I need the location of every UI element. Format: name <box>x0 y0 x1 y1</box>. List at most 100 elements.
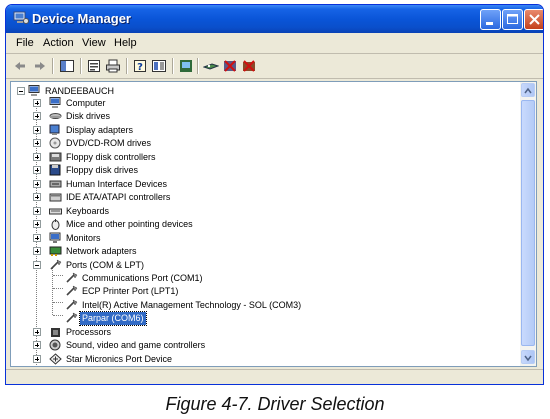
tree-category-item[interactable]: Mice and other pointing devices <box>11 218 516 231</box>
menu-view[interactable]: View <box>82 37 106 49</box>
tree-category-item[interactable]: DVD/CD-ROM drives <box>11 137 516 150</box>
tree-category-item[interactable]: Star Micronics Port Device <box>11 353 516 366</box>
properties-icon[interactable] <box>86 58 102 74</box>
star-port-icon <box>49 353 62 365</box>
tree-item-label: Parpar (COM6) <box>79 311 147 326</box>
minimize-icon <box>486 22 493 25</box>
disable-device-icon[interactable] <box>222 58 238 74</box>
tree-item-label: ECP Printer Port (LPT1) <box>82 286 179 296</box>
device-tree: RANDEEBAUCH Computer Disk drives Display a… <box>11 82 520 366</box>
expand-icon[interactable] <box>33 193 41 201</box>
port-icon <box>50 259 62 270</box>
refresh-icon[interactable] <box>178 58 194 74</box>
port-icon <box>66 272 78 283</box>
cdrom-icon <box>49 137 61 149</box>
tree-item-label: Display adapters <box>66 125 134 135</box>
tree-category-item[interactable]: Processors <box>11 326 516 339</box>
tree-category-item[interactable]: Keyboards <box>11 205 516 218</box>
tree-item-label: DVD/CD-ROM drives <box>66 138 152 148</box>
scan-hardware-changes-icon[interactable] <box>203 58 219 74</box>
expand-icon[interactable] <box>33 220 41 228</box>
display-adapter-icon <box>49 124 60 135</box>
computer-root-icon <box>28 85 40 96</box>
toolbar-separator <box>52 58 54 74</box>
uninstall-device-icon[interactable] <box>241 58 257 74</box>
back-icon[interactable] <box>12 58 28 74</box>
tree-item-label: Computer <box>66 98 106 108</box>
expand-icon[interactable] <box>33 139 41 147</box>
help-icon[interactable]: ? <box>132 58 148 74</box>
tree-category-item[interactable]: Ports (COM & LPT) <box>11 259 516 272</box>
expand-icon[interactable] <box>33 153 41 161</box>
expand-icon[interactable] <box>33 328 41 336</box>
tree-item-label: Network adapters <box>66 246 137 256</box>
port-icon <box>66 285 78 296</box>
toolbar: ? <box>6 54 543 79</box>
menu-help[interactable]: Help <box>114 37 137 49</box>
tree-category-item[interactable]: Sound, video and game controllers <box>11 339 516 352</box>
tree-category-item[interactable]: Display adapters <box>11 124 516 137</box>
tree-device-item[interactable]: Intel(R) Active Management Technology - … <box>11 299 516 312</box>
tree-device-item[interactable]: Communications Port (COM1) <box>11 272 516 285</box>
title-bar[interactable]: Device Manager <box>6 5 543 33</box>
toolbar-separator <box>197 58 199 74</box>
keyboard-icon <box>49 208 62 215</box>
expand-icon[interactable] <box>33 112 41 120</box>
tree-category-item[interactable]: Floppy disk controllers <box>11 151 516 164</box>
port-icon <box>66 299 78 310</box>
hid-icon <box>49 180 62 188</box>
menu-action[interactable]: Action <box>43 37 74 49</box>
close-button[interactable] <box>524 9 543 30</box>
expand-icon[interactable] <box>33 234 41 242</box>
tree-category-item[interactable]: Computer <box>11 97 516 110</box>
expand-icon[interactable] <box>33 355 41 363</box>
tree-device-item[interactable]: Parpar (COM6) <box>11 311 516 326</box>
tree-category-item[interactable]: Network adapters <box>11 245 516 258</box>
collapse-icon[interactable] <box>17 87 25 95</box>
tree-item-label: Disk drives <box>66 111 111 121</box>
tree-category-item[interactable]: Monitors <box>11 232 516 245</box>
expand-icon[interactable] <box>33 341 41 349</box>
vertical-scrollbar[interactable] <box>520 82 536 366</box>
sound-icon <box>49 339 61 351</box>
scroll-up-button[interactable] <box>521 83 535 97</box>
forward-icon[interactable] <box>32 58 48 74</box>
floppy-drive-icon <box>49 164 61 176</box>
expand-icon[interactable] <box>33 99 41 107</box>
scroll-down-button[interactable] <box>521 350 535 364</box>
scrollbar-thumb[interactable] <box>521 100 535 346</box>
toolbar-separator <box>172 58 174 74</box>
tree-device-item[interactable]: ECP Printer Port (LPT1) <box>11 285 516 298</box>
expand-icon[interactable] <box>33 207 41 215</box>
expand-icon[interactable] <box>33 126 41 134</box>
device-manager-window: Device Manager File Action View Help ? R… <box>5 4 544 385</box>
tree-item-label: Ports (COM & LPT) <box>66 260 145 270</box>
expand-icon[interactable] <box>33 166 41 174</box>
menu-file[interactable]: File <box>16 37 34 49</box>
menu-bar: File Action View Help <box>6 33 543 54</box>
view-icon[interactable] <box>151 58 167 74</box>
maximize-icon <box>507 14 518 24</box>
scroll-up-icon <box>524 87 532 94</box>
tree-category-item[interactable]: IDE ATA/ATAPI controllers <box>11 191 516 204</box>
tree-category-item[interactable]: Disk drives <box>11 110 516 123</box>
svg-text:?: ? <box>137 62 143 73</box>
mouse-icon <box>51 219 60 230</box>
collapse-icon[interactable] <box>33 261 41 269</box>
tree-item-label: Floppy disk controllers <box>66 152 156 162</box>
minimize-button[interactable] <box>480 9 501 30</box>
show-hide-console-tree-icon[interactable] <box>59 58 75 74</box>
toolbar-separator <box>80 58 82 74</box>
expand-icon[interactable] <box>33 247 41 255</box>
device-tree-pane[interactable]: RANDEEBAUCH Computer Disk drives Display a… <box>10 81 537 367</box>
computer-icon <box>49 97 61 108</box>
disk-drive-icon <box>49 113 62 119</box>
maximize-button[interactable] <box>502 9 523 30</box>
print-icon[interactable] <box>105 58 121 74</box>
expand-icon[interactable] <box>33 180 41 188</box>
tree-item-label: Intel(R) Active Management Technology - … <box>82 300 302 310</box>
tree-item-label: Human Interface Devices <box>66 179 168 189</box>
window-title: Device Manager <box>32 11 131 26</box>
tree-category-item[interactable]: Floppy disk drives <box>11 164 516 177</box>
tree-category-item[interactable]: Human Interface Devices <box>11 178 516 191</box>
